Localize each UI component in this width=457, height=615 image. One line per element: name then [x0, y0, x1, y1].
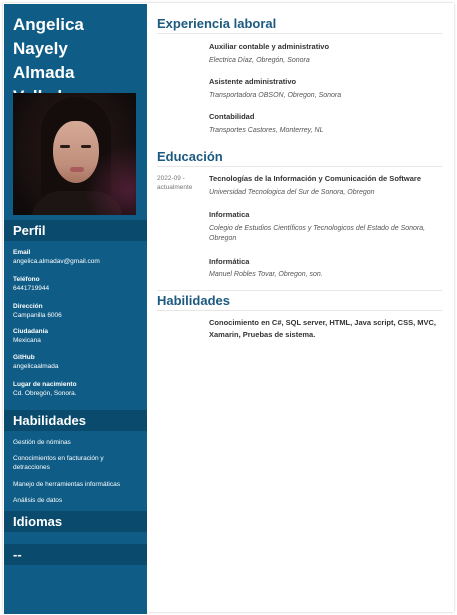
- field-value[interactable]: angelicaalmada: [13, 362, 141, 371]
- name-line-1: Angelica Nayely: [13, 15, 84, 58]
- education-title: Informática: [209, 257, 250, 266]
- profile-photo: [13, 93, 136, 215]
- photo-glow: [13, 93, 136, 215]
- languages-heading: Idiomas: [4, 511, 147, 532]
- extra-heading: --: [4, 544, 147, 565]
- field-label: GitHub: [13, 354, 35, 361]
- education-title: Informatica: [209, 210, 250, 219]
- job-place: Transportadora OBSON, Obregon, Sonora: [209, 92, 342, 99]
- divider: [157, 310, 442, 311]
- job-title: Asistente administrativo: [209, 77, 297, 86]
- field-value: Mexicana: [13, 337, 41, 344]
- education-heading: Educación: [157, 149, 223, 164]
- education-place: Colegio de Estudios Científicos y Tecnol…: [209, 225, 426, 242]
- field-value[interactable]: angelica.almadav@gmail.com: [13, 257, 141, 266]
- education-date: 2022-09 - actualmente: [157, 175, 193, 191]
- profile-heading: Perfil: [4, 220, 147, 241]
- experience-heading: Experiencia laboral: [157, 16, 277, 31]
- field-label: Teléfono: [13, 276, 40, 283]
- job-place: Electrica Díaz, Obregón, Sonora: [209, 57, 310, 64]
- field-email: Email angelica.almadav@gmail.com: [13, 248, 141, 266]
- skill-item: Conocimientos en facturación y detraccio…: [13, 455, 104, 471]
- name-line-2: Almada: [13, 63, 75, 82]
- divider: [157, 33, 442, 34]
- education-place: Universidad Tecnologica del Sur de Sonor…: [209, 189, 375, 196]
- education-place: Manuel Robles Tovar, Obregon, son.: [209, 271, 323, 278]
- field-label: Lugar de nacimiento: [13, 381, 77, 388]
- skill-item: Gestión de nóminas: [13, 439, 71, 446]
- field-label: Ciudadanía: [13, 328, 49, 335]
- divider: [157, 166, 442, 167]
- field-phone: Teléfono 6441719944: [13, 275, 141, 293]
- job-place: Transportes Castores, Monterrey, NL: [209, 127, 324, 134]
- field-value: Cd. Obregón, Sonora.: [13, 390, 77, 397]
- field-value: 6441719944: [13, 285, 50, 292]
- job-title: Contabilidad: [209, 112, 255, 121]
- divider: [157, 290, 442, 291]
- field-label: Dirección: [13, 303, 43, 310]
- field-github: GitHub angelicaalmada: [13, 353, 141, 371]
- skills-heading-sidebar: Habilidades: [4, 410, 147, 431]
- job-title: Auxiliar contable y administrativo: [209, 42, 330, 51]
- skills-heading-main: Habilidades: [157, 293, 230, 308]
- skills-text: Conocimiento en C#, SQL server, HTML, Ja…: [209, 318, 437, 339]
- field-value: Campanilla 6006: [13, 312, 62, 319]
- field-citizenship: Ciudadanía Mexicana: [13, 327, 141, 345]
- skill-item: Manejo de herramientas informáticas: [13, 481, 120, 488]
- skill-item: Análisis de datos: [13, 497, 63, 504]
- field-label: Email: [13, 249, 31, 256]
- education-title: Tecnologías de la Información y Comunica…: [209, 174, 421, 183]
- field-birthplace: Lugar de nacimiento Cd. Obregón, Sonora.: [13, 380, 141, 398]
- field-address: Dirección Campanilla 6006: [13, 302, 141, 320]
